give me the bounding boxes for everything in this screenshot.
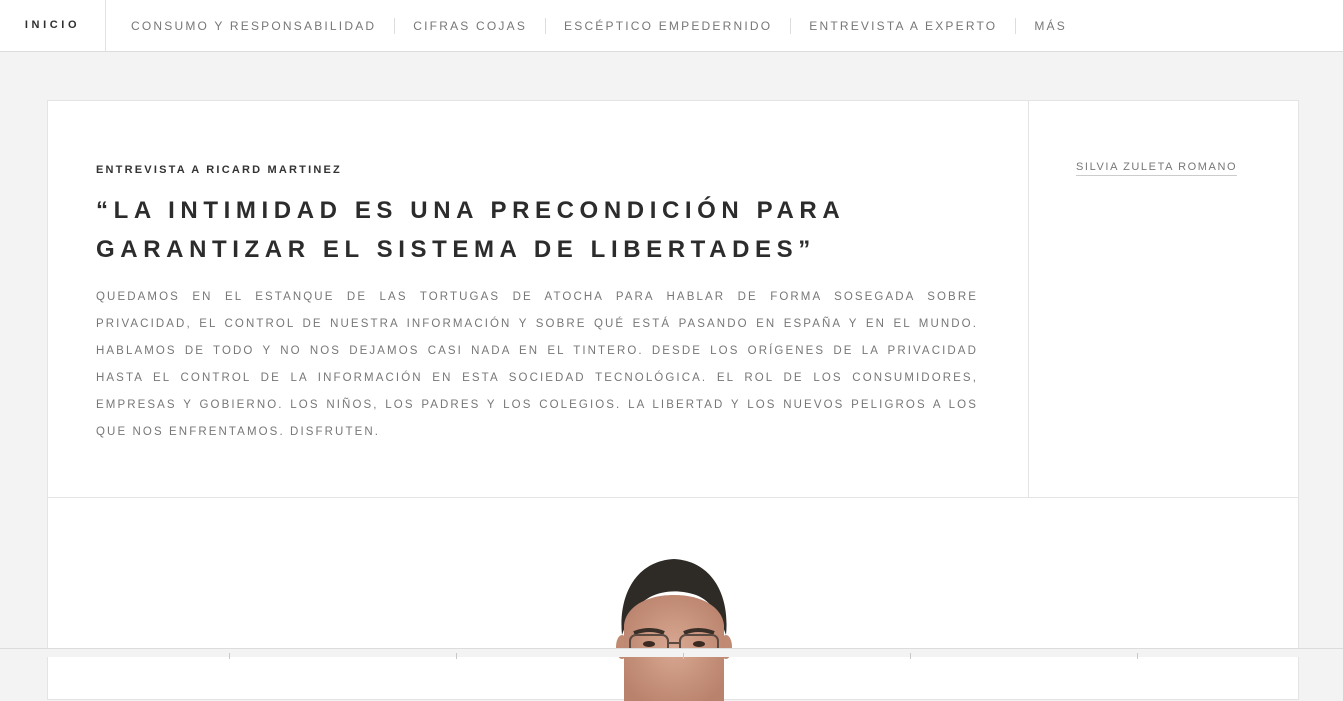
- nav-item-esceptico[interactable]: ESCÉPTICO EMPEDERNIDO: [545, 17, 790, 34]
- article-sidebar: SILVIA ZULETA ROMANO: [1028, 101, 1298, 498]
- nav-item-consumo[interactable]: CONSUMO Y RESPONSABILIDAD: [113, 18, 394, 34]
- tab-divider: [910, 653, 911, 659]
- nav-item-cifras-cojas[interactable]: CIFRAS COJAS: [394, 17, 545, 34]
- tab-divider: [456, 653, 457, 659]
- nav-item-entrevista[interactable]: ENTREVISTA A EXPERTO: [790, 17, 1015, 34]
- person-photo-icon: [616, 559, 732, 701]
- article-header: ENTREVISTA A RICARD MARTINEZ “LA INTIMID…: [48, 101, 1029, 498]
- article-excerpt: QUEDAMOS EN EL ESTANQUE DE LAS TORTUGAS …: [96, 291, 978, 438]
- article-title: “LA INTIMIDAD ES UNA PRECONDICIÓN PARA G…: [96, 197, 845, 263]
- tab-divider: [229, 653, 230, 659]
- nav-item-mas[interactable]: MÁS: [1015, 17, 1085, 34]
- tab-divider: [683, 653, 684, 659]
- tab-divider: [1137, 653, 1138, 659]
- author-link[interactable]: SILVIA ZULETA ROMANO: [1076, 161, 1238, 176]
- top-navigation-bar: INICIO CONSUMO Y RESPONSABILIDAD CIFRAS …: [0, 0, 1343, 52]
- home-link[interactable]: INICIO: [0, 0, 106, 51]
- main-nav: CONSUMO Y RESPONSABILIDAD CIFRAS COJAS E…: [113, 0, 1085, 51]
- article-kicker: ENTREVISTA A RICARD MARTINEZ: [96, 164, 342, 176]
- article-card: ENTREVISTA A RICARD MARTINEZ “LA INTIMID…: [47, 100, 1299, 701]
